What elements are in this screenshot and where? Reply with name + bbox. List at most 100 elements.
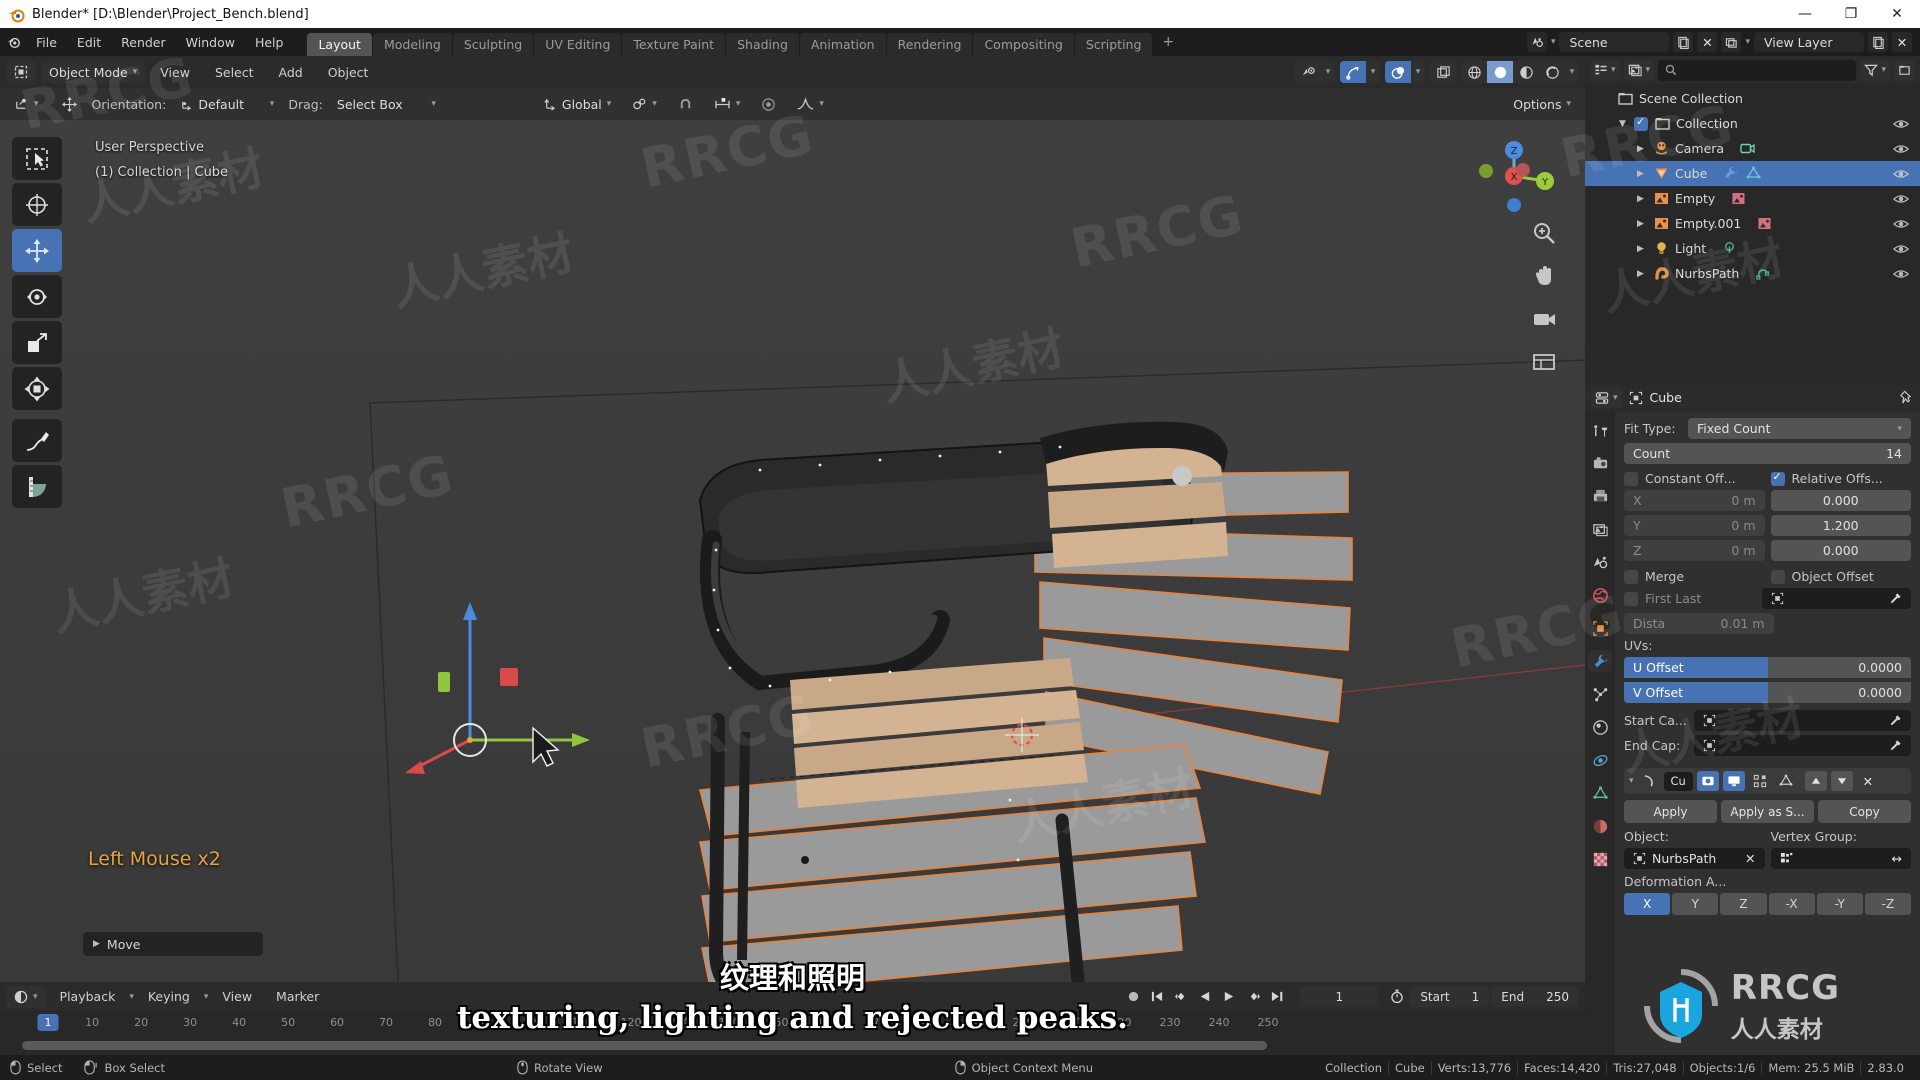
- view-layer-dropdown-chevron-icon[interactable]: ▾: [1745, 37, 1750, 47]
- annotate-tool-icon[interactable]: [12, 419, 62, 462]
- timeline-menu-view[interactable]: View: [212, 986, 262, 1007]
- navigation-gizmo[interactable]: Z Y X: [1473, 135, 1555, 217]
- outliner-disclosure-triangle-icon[interactable]: ▼: [1616, 119, 1629, 129]
- view3d-menu-object[interactable]: Object: [318, 62, 379, 83]
- deformation-axis-neg-y[interactable]: -Y: [1816, 893, 1863, 915]
- end-frame-field[interactable]: End 250: [1491, 986, 1579, 1007]
- workspace-tab-scripting[interactable]: Scripting: [1074, 33, 1153, 57]
- snap-to-dropdown[interactable]: ▾: [705, 93, 749, 115]
- wireframe-shading-icon[interactable]: [1461, 61, 1487, 83]
- pan-view-icon[interactable]: [1529, 261, 1559, 291]
- jump-to-prev-keyframe-icon[interactable]: [1170, 986, 1192, 1007]
- minimize-button[interactable]: —: [1782, 0, 1828, 28]
- clear-curve-object-icon[interactable]: ✕: [1745, 851, 1755, 866]
- camera-data-icon[interactable]: [1738, 140, 1756, 158]
- object-offset-checkbox[interactable]: [1770, 569, 1785, 584]
- menu-window[interactable]: Window: [176, 32, 245, 53]
- outliner-row-nurbspath[interactable]: ▶ NurbsPath: [1585, 261, 1920, 286]
- cursor-tool-icon[interactable]: [12, 183, 62, 226]
- visibility-chevron-icon[interactable]: ▾: [1321, 61, 1335, 83]
- workspace-tab-animation[interactable]: Animation: [799, 33, 886, 57]
- apply-as-shapekey-button[interactable]: Apply as S...: [1721, 800, 1814, 823]
- curve-object-field[interactable]: NurbsPath ✕: [1624, 848, 1765, 869]
- workspace-tab-layout[interactable]: Layout: [307, 33, 372, 57]
- viewport-3d[interactable]: User Perspective (1) Collection | Cube Z…: [0, 120, 1585, 982]
- workspace-tab-modeling[interactable]: Modeling: [372, 33, 452, 57]
- rotate-tool-icon[interactable]: [12, 275, 62, 318]
- rendered-shading-icon[interactable]: [1539, 61, 1565, 83]
- workspace-tab-shading[interactable]: Shading: [726, 33, 799, 57]
- outliner-disclosure-triangle-icon[interactable]: ▶: [1634, 194, 1647, 204]
- view3d-menu-add[interactable]: Add: [269, 62, 313, 83]
- offset-object-field[interactable]: [1761, 588, 1911, 609]
- transform-orientation-dropdown[interactable]: Global ▾: [534, 93, 620, 115]
- outliner-disclosure-triangle-icon[interactable]: ▶: [1634, 169, 1647, 179]
- show-overlays-icon[interactable]: [1385, 61, 1411, 83]
- options-dropdown[interactable]: Options ▾: [1505, 93, 1579, 115]
- jump-to-next-keyframe-icon[interactable]: [1242, 986, 1264, 1007]
- merge-distance-field[interactable]: Dista 0.01 m: [1624, 613, 1774, 634]
- timeline-scrollbar[interactable]: [22, 1041, 1267, 1050]
- outliner-hide-in-viewport-icon[interactable]: [1893, 243, 1909, 255]
- pin-id-icon[interactable]: [1899, 390, 1914, 405]
- camera-view-icon[interactable]: [1529, 304, 1559, 334]
- menu-file[interactable]: File: [26, 32, 67, 53]
- tab-constraints[interactable]: [1588, 749, 1612, 771]
- u-offset-label-field[interactable]: U Offset: [1624, 657, 1768, 678]
- new-view-layer-icon[interactable]: [1868, 32, 1888, 52]
- scene-dropdown-chevron-icon[interactable]: ▾: [1551, 37, 1556, 47]
- orientation-dropdown[interactable]: Default ▾: [172, 93, 283, 115]
- drag-dropdown[interactable]: Select Box ▾: [328, 93, 444, 115]
- outliner-row-scene-collection[interactable]: Scene Collection: [1585, 86, 1920, 111]
- scale-tool-icon[interactable]: [12, 321, 62, 364]
- start-cap-eyedropper-icon[interactable]: [1889, 714, 1902, 727]
- outliner-filter-icon[interactable]: ▾: [1860, 59, 1890, 81]
- active-tool-icon[interactable]: ▾: [6, 93, 47, 115]
- show-in-edit-mode-icon[interactable]: [1749, 771, 1771, 791]
- u-offset-value-field[interactable]: 0.0000: [1767, 657, 1911, 678]
- outliner-hide-in-viewport-icon[interactable]: [1893, 118, 1909, 130]
- timeline-playhead[interactable]: 1: [37, 1014, 59, 1031]
- relative-offset-z-field[interactable]: 0.000: [1770, 540, 1911, 561]
- constant-offset-checkbox[interactable]: [1624, 471, 1638, 486]
- object-mode-dropdown[interactable]: Object Mode ▾: [41, 61, 146, 83]
- outliner-disclosure-triangle-icon[interactable]: ▶: [1634, 244, 1647, 254]
- timeline-menu-marker[interactable]: Marker: [266, 986, 329, 1007]
- remove-view-layer-icon[interactable]: ✕: [1892, 32, 1912, 52]
- operator-redo-panel[interactable]: ▶ Move: [83, 932, 263, 956]
- shading-chevron-icon[interactable]: ▾: [1565, 61, 1579, 83]
- timeline-menu-playback[interactable]: Playback: [50, 986, 126, 1007]
- merge-checkbox[interactable]: [1624, 569, 1638, 584]
- current-frame-field[interactable]: 1: [1300, 986, 1379, 1007]
- outliner-hide-in-viewport-icon[interactable]: [1893, 193, 1909, 205]
- tab-object[interactable]: [1588, 617, 1612, 639]
- tab-material[interactable]: [1588, 815, 1612, 837]
- curve-modifier-name-field[interactable]: Cu: [1663, 771, 1693, 791]
- relative-offset-checkbox[interactable]: [1770, 470, 1785, 486]
- tab-modifiers[interactable]: [1588, 650, 1612, 672]
- use-preview-range-icon[interactable]: [1386, 986, 1408, 1007]
- jump-to-start-icon[interactable]: [1146, 986, 1168, 1007]
- outliner-row-camera[interactable]: ▶ Camera: [1585, 136, 1920, 161]
- view-layer-datablock-icon[interactable]: [1721, 32, 1742, 52]
- show-in-viewport-icon[interactable]: [1722, 771, 1745, 791]
- menu-edit[interactable]: Edit: [67, 32, 111, 53]
- start-frame-field[interactable]: Start 1: [1410, 986, 1490, 1007]
- outliner-editor-type-icon[interactable]: ▾: [1590, 59, 1620, 81]
- copy-modifier-button[interactable]: Copy: [1818, 800, 1911, 823]
- move-modifier-up-icon[interactable]: [1804, 771, 1827, 791]
- light-data-icon[interactable]: [1720, 240, 1738, 258]
- overlay-chevron-icon[interactable]: ▾: [1411, 61, 1425, 83]
- tab-particles[interactable]: [1588, 683, 1612, 705]
- constant-offset-z-field[interactable]: Z 0 m: [1624, 540, 1765, 561]
- tab-view-layer[interactable]: [1588, 518, 1612, 540]
- menu-render[interactable]: Render: [111, 32, 176, 53]
- wrench-modifier-icon[interactable]: [1721, 165, 1739, 183]
- outliner-display-mode-icon[interactable]: ▾: [1623, 59, 1655, 81]
- workspace-tab-compositing[interactable]: Compositing: [973, 33, 1074, 57]
- outliner-search-input[interactable]: [1658, 59, 1857, 81]
- outliner-disclosure-triangle-icon[interactable]: ▶: [1634, 219, 1647, 229]
- outliner-row-cube[interactable]: ▶ Cube: [1585, 161, 1920, 186]
- transform-tool-icon[interactable]: [12, 367, 62, 410]
- falloff-dropdown[interactable]: ▾: [789, 93, 832, 115]
